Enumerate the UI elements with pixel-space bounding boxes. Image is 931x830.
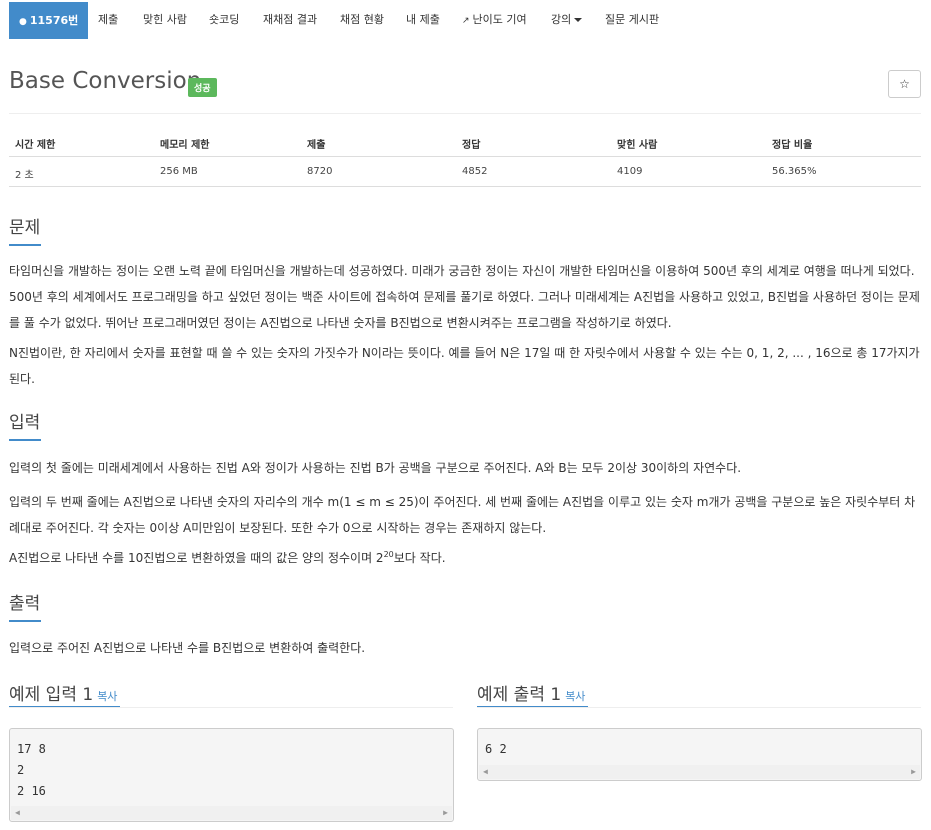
header-solvers: 맞힌 사람 (617, 140, 658, 151)
section-heading-input: 입력 (9, 408, 41, 441)
nav-my-submissions[interactable]: 내 제출 (406, 0, 440, 38)
nav-lectures-dropdown[interactable]: 강의 (551, 0, 583, 38)
medal-icon: ● (19, 17, 27, 27)
nav-problem-number[interactable]: ● 11576번 (9, 2, 89, 39)
problem-description-2: N진법이란, 한 자리에서 숫자를 표현할 때 쓸 수 있는 숫자의 가짓수가 … (9, 346, 920, 386)
scroll-right-icon[interactable]: ▶ (443, 808, 448, 817)
sample-output-text: 6 2 (485, 742, 507, 756)
section-heading-problem: 문제 (9, 213, 41, 246)
nav-submit[interactable]: 제출 (98, 0, 118, 38)
status-badge: 성공 (188, 78, 217, 97)
star-button[interactable]: ☆ (888, 70, 921, 98)
nav-status[interactable]: 채점 현황 (340, 0, 384, 38)
scroll-left-icon[interactable]: ◀ (483, 767, 488, 776)
nav-qna-board[interactable]: 질문 게시판 (605, 0, 659, 38)
scroll-right-icon[interactable]: ▶ (911, 767, 916, 776)
header-memory-limit: 메모리 제한 (160, 140, 210, 151)
divider (9, 113, 921, 114)
header-time-limit: 시간 제한 (15, 140, 56, 151)
sample-output-title: 예제 출력 1 복사 (477, 685, 586, 705)
table-divider (9, 156, 921, 157)
nav-difficulty-contribution[interactable]: ↗ 난이도 기여 (462, 0, 527, 38)
header-submissions: 제출 (307, 140, 326, 151)
copy-sample-output-link[interactable]: 복사 (565, 690, 585, 703)
value-ratio: 56.365% (772, 166, 817, 177)
external-link-icon: ↗ (462, 16, 470, 26)
sample-input-title: 예제 입력 1 복사 (9, 685, 118, 705)
copy-sample-input-link[interactable]: 복사 (97, 690, 117, 703)
input-description-2: 입력의 두 번째 줄에는 A진법으로 나타낸 숫자의 자리수의 개수 m(1 ≤… (9, 495, 916, 535)
input-description-1: 입력의 첫 줄에는 미래세계에서 사용하는 진법 A와 정이가 사용하는 진법 … (9, 461, 742, 475)
caret-down-icon (574, 18, 583, 22)
table-divider (9, 186, 921, 187)
nav-rejudge-results[interactable]: 재채점 결과 (263, 0, 317, 38)
scroll-left-icon[interactable]: ◀ (15, 808, 20, 817)
problem-nav: ● 11576번 제출 맞힌 사람 숏코딩 재채점 결과 채점 현황 내 제출 ↗… (0, 0, 931, 42)
page-title: Base Conversion (9, 68, 202, 94)
sample-input-box[interactable]: 17 8 2 2 16 ◀ ▶ (9, 728, 454, 822)
horizontal-scrollbar[interactable]: ◀ ▶ (11, 806, 452, 820)
nav-short-coding[interactable]: 숏코딩 (209, 0, 239, 38)
input-description-3: A진법으로 나타낸 수를 10진법으로 변환하였을 때의 값은 양의 정수이며 … (9, 550, 446, 566)
star-icon: ☆ (899, 77, 910, 91)
value-solvers: 4109 (617, 166, 643, 177)
horizontal-scrollbar[interactable]: ◀ ▶ (479, 765, 920, 779)
output-description: 입력으로 주어진 A진법으로 나타낸 수를 B진법으로 변환하여 출력한다. (9, 641, 366, 655)
value-memory-limit: 256 MB (160, 166, 198, 177)
problem-description: 타임머신을 개발하는 정이는 오랜 노력 끝에 타임머신을 개발하는데 성공하였… (9, 264, 920, 330)
sample-input-text: 17 8 2 2 16 (17, 742, 46, 798)
value-submissions: 8720 (307, 166, 333, 177)
header-ratio: 정답 비율 (772, 140, 813, 151)
section-heading-output: 출력 (9, 589, 41, 622)
value-time-limit: 2 초 (15, 170, 34, 181)
sample-output-box[interactable]: 6 2 ◀ ▶ (477, 728, 922, 781)
value-accepted: 4852 (462, 166, 488, 177)
nav-solvers[interactable]: 맞힌 사람 (143, 0, 187, 38)
header-accepted: 정답 (462, 140, 481, 151)
